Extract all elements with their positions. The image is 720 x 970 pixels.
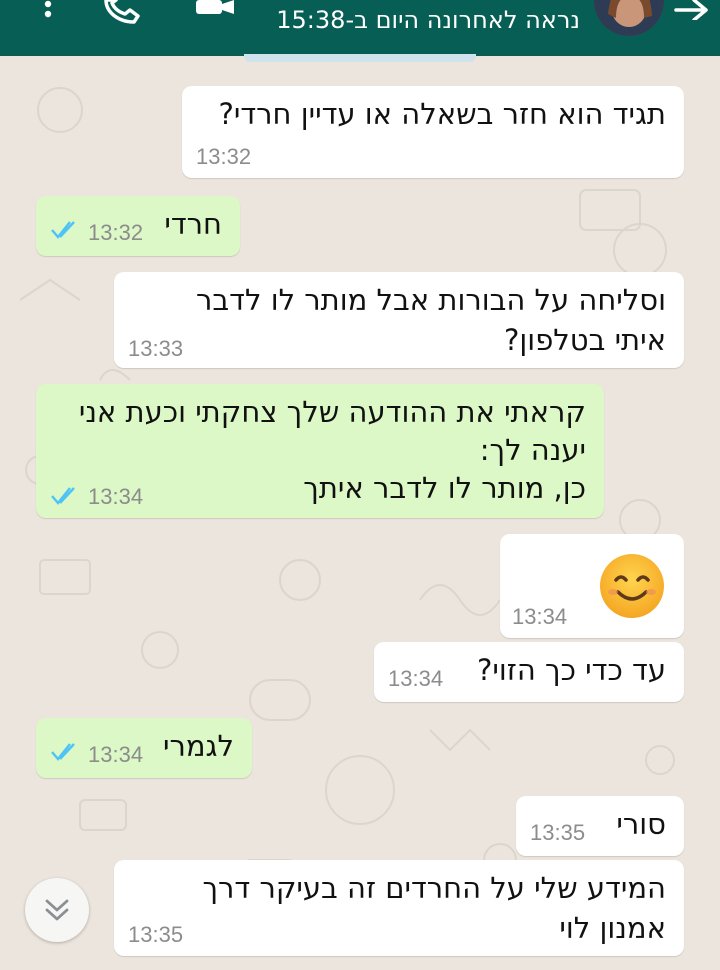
double-chevron-down-icon — [45, 899, 69, 921]
message-text-line-3: כן, מותר לו לדבר איתך — [303, 471, 586, 505]
incoming-message[interactable]: תגיד הוא חזר בשאלה או עדיין חרדי? 13:32 — [182, 86, 684, 178]
chat-header: נראה לאחרונה היום ב-15:38 — [0, 0, 720, 56]
message-text-line-1: קראתי את ההודעה שלך צחקתי וכעת אני — [78, 395, 586, 429]
incoming-message[interactable]: המידע שלי על החרדים זה בעיקר דרך אמנון ל… — [114, 860, 684, 956]
message-time: 13:35 — [128, 922, 184, 947]
message-text-line-1: וסליחה על הבורות אבל מותר לו לדבר — [196, 283, 666, 317]
message-text-line-2: יענה לך: — [479, 433, 586, 467]
video-call-icon[interactable] — [194, 0, 238, 16]
message-text-line-2: איתי בטלפון? — [504, 323, 666, 357]
scroll-to-bottom-button[interactable] — [25, 878, 89, 942]
more-vertical-icon[interactable] — [36, 0, 60, 20]
message-text: לגמרי — [163, 729, 234, 763]
message-time: 13:34 — [512, 604, 568, 629]
incoming-message[interactable]: עד כדי כך הזוי? 13:34 — [374, 642, 684, 702]
message-time: 13:34 — [88, 484, 144, 509]
back-arrow-icon[interactable] — [674, 0, 710, 20]
message-text: תגיד הוא חזר בשאלה או עדיין חרדי? — [218, 97, 666, 131]
incoming-message[interactable]: סורי 13:35 — [516, 796, 684, 856]
incoming-emoji-message[interactable]: 13:34 — [500, 534, 684, 638]
outgoing-message[interactable]: קראתי את ההודעה שלך צחקתי וכעת אני יענה … — [36, 384, 604, 518]
outgoing-message[interactable]: חרדי 13:32 — [36, 196, 240, 256]
message-text-line-2: אמנון לוי — [559, 911, 666, 945]
message-text: סורי — [616, 807, 666, 841]
message-time: 13:34 — [388, 666, 444, 691]
message-time: 13:32 — [196, 144, 252, 169]
message-time: 13:34 — [88, 742, 144, 767]
incoming-message[interactable]: וסליחה על הבורות אבל מותר לו לדבר איתי ב… — [114, 272, 684, 368]
date-chip — [244, 54, 476, 62]
contact-avatar[interactable] — [594, 0, 664, 36]
message-text: חרדי — [164, 207, 222, 241]
message-text-line-1: המידע שלי על החרדים זה בעיקר דרך — [202, 871, 666, 905]
read-receipt-icon — [51, 487, 75, 505]
message-text: עד כדי כך הזוי? — [477, 653, 666, 687]
read-receipt-icon — [51, 743, 75, 761]
message-time: 13:35 — [530, 820, 586, 845]
message-time: 13:32 — [88, 220, 144, 245]
smiling-face-emoji — [600, 554, 664, 618]
last-seen-status: נראה לאחרונה היום ב-15:38 — [276, 6, 580, 34]
message-time: 13:33 — [128, 336, 184, 361]
read-receipt-icon — [51, 221, 75, 239]
outgoing-message[interactable]: לגמרי 13:34 — [36, 718, 252, 778]
phone-call-icon[interactable] — [100, 0, 142, 24]
